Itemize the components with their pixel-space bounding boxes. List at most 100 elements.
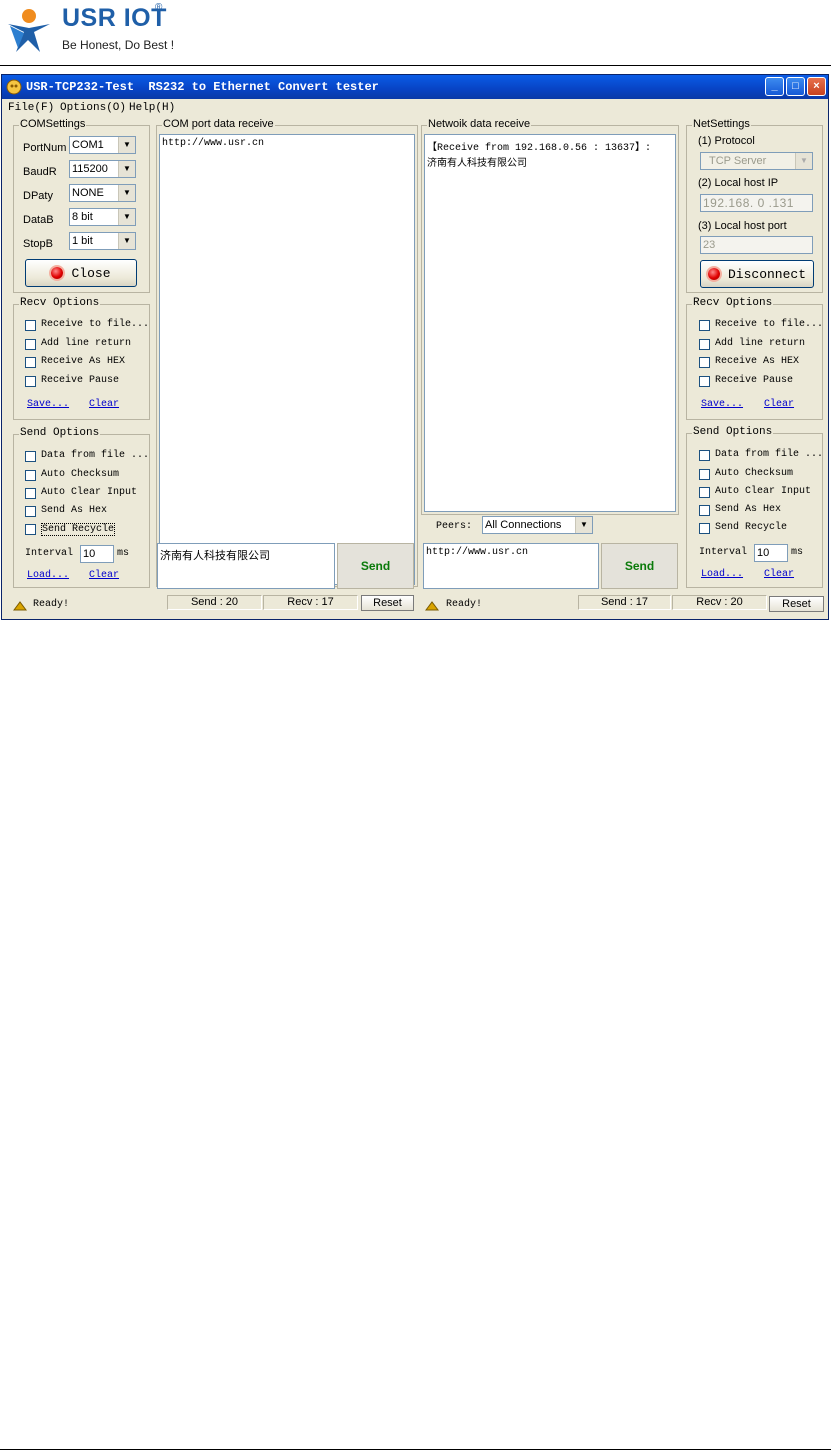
left-send-recycle-checkbox[interactable] [25, 524, 36, 535]
peers-label: Peers: [436, 521, 473, 532]
close-port-button[interactable]: Close [25, 259, 137, 287]
left-recv-count: Recv : 17 [263, 595, 358, 610]
left-recv-to-file-checkbox[interactable] [25, 320, 36, 331]
right-add-line-return-label: Add line return [715, 338, 806, 349]
peers-select[interactable]: All Connections ▼ [482, 516, 593, 534]
title-bar[interactable]: USR-TCP232-Test RS232 to Ethernet Conver… [2, 75, 828, 99]
net-send-input[interactable]: http://www.usr.cn [423, 543, 599, 589]
chevron-down-icon: ▼ [118, 209, 135, 225]
menu-file[interactable]: File(F) [8, 102, 54, 114]
right-ready-status: Ready! [446, 599, 483, 610]
net-settings-group: NetSettings (1) Protocol TCP Server ▼ (2)… [686, 118, 823, 293]
right-auto-checksum-checkbox[interactable] [699, 469, 710, 480]
left-recv-options-title: Recv Options [19, 297, 101, 309]
right-add-line-return-checkbox[interactable] [699, 339, 710, 350]
port-select[interactable]: COM1 ▼ [69, 136, 136, 154]
left-auto-clear-checkbox[interactable] [25, 488, 36, 499]
databits-label: DataB [23, 214, 54, 226]
right-interval-input[interactable]: 10 [754, 544, 788, 562]
databits-select[interactable]: 8 bit ▼ [69, 208, 136, 226]
left-recv-pause-label: Receive Pause [41, 375, 120, 386]
right-send-recycle-checkbox[interactable] [699, 523, 710, 534]
com-receive-title: COM port data receive [162, 118, 275, 130]
com-send-input[interactable]: 济南有人科技有限公司 [157, 543, 335, 589]
window-title: USR-TCP232-Test RS232 to Ethernet Conver… [26, 80, 379, 94]
com-settings-title: COMSettings [19, 118, 87, 130]
left-recv-hex-checkbox[interactable] [25, 357, 36, 368]
ip-octet-1: 192 [703, 196, 725, 210]
network-receive-group: Netwoik data receive 【Receive from 192.1… [421, 118, 679, 515]
right-recv-to-file-label: Receive to file... [715, 319, 824, 330]
right-auto-clear-checkbox[interactable] [699, 487, 710, 498]
net-settings-title: NetSettings [692, 118, 751, 130]
right-send-clear-link[interactable]: Clear [764, 569, 794, 580]
menu-bar: File(F) Options(O) Help(H) [2, 99, 828, 117]
net-send-button[interactable]: Send [601, 543, 678, 589]
right-recv-hex-checkbox[interactable] [699, 357, 710, 368]
left-interval-input[interactable]: 10 [80, 545, 114, 563]
com-send-button[interactable]: Send [337, 543, 414, 589]
right-recv-count: Recv : 20 [672, 595, 767, 610]
right-send-hex-checkbox[interactable] [699, 505, 710, 516]
status-led-icon [51, 267, 64, 279]
right-recv-clear-link[interactable]: Clear [764, 399, 794, 410]
right-save-link[interactable]: Save... [701, 399, 743, 410]
right-recv-to-file-checkbox[interactable] [699, 320, 710, 331]
right-data-from-file-checkbox[interactable] [699, 450, 710, 461]
disconnect-label: Disconnect [727, 266, 806, 282]
left-recv-options-group: Recv Options Receive to file... Add line… [13, 297, 150, 420]
left-send-count: Send : 20 [167, 595, 262, 610]
right-send-hex-label: Send As Hex [715, 504, 782, 515]
close-window-button[interactable]: × [807, 77, 826, 96]
left-recv-to-file-label: Receive to file... [41, 319, 150, 330]
right-send-count: Send : 17 [578, 595, 671, 610]
ip-input[interactable]: 192.168. 0 .131 [700, 194, 813, 212]
menu-options[interactable]: Options(O) [60, 102, 126, 114]
left-data-from-file-checkbox[interactable] [25, 451, 36, 462]
protocol-select[interactable]: TCP Server ▼ [700, 152, 813, 170]
local-port-input[interactable]: 23 [700, 236, 813, 254]
left-load-link[interactable]: Load... [27, 570, 69, 581]
left-send-hex-checkbox[interactable] [25, 506, 36, 517]
menu-help[interactable]: Help(H) [129, 102, 175, 114]
left-recv-hex-label: Receive As HEX [41, 356, 126, 367]
left-recv-clear-link[interactable]: Clear [89, 399, 119, 410]
right-reset-button[interactable]: Reset [769, 596, 824, 612]
ip-dot: . [749, 196, 758, 210]
databits-value: 8 bit [72, 211, 93, 223]
left-add-line-return-checkbox[interactable] [25, 339, 36, 350]
com-receive-textarea[interactable]: http://www.usr.cn [159, 134, 415, 585]
footer-rule [0, 1449, 831, 1450]
left-send-hex-label: Send As Hex [41, 505, 108, 516]
chevron-down-icon: ▼ [575, 517, 592, 533]
right-load-link[interactable]: Load... [701, 569, 743, 580]
right-recv-pause-checkbox[interactable] [699, 376, 710, 387]
right-send-options-title: Send Options [692, 426, 774, 438]
right-recv-pause-label: Receive Pause [715, 375, 794, 386]
ip-octet-2: 168 [728, 196, 750, 210]
maximize-button[interactable]: □ [786, 77, 805, 96]
com-receive-group: COM port data receive http://www.usr.cn [156, 118, 418, 587]
right-auto-checksum-label: Auto Checksum [715, 468, 794, 479]
right-auto-clear-label: Auto Clear Input [715, 486, 812, 497]
left-recv-pause-checkbox[interactable] [25, 376, 36, 387]
minimize-button[interactable]: _ [765, 77, 784, 96]
protocol-value: TCP Server [709, 155, 767, 167]
parity-select[interactable]: NONE ▼ [69, 184, 136, 202]
peers-value: All Connections [485, 519, 562, 531]
brand-slogan: Be Honest, Do Best ! [62, 38, 175, 52]
right-send-recycle-label: Send Recycle [715, 522, 788, 533]
left-send-recycle-label: Send Recycle [41, 523, 116, 536]
left-auto-clear-label: Auto Clear Input [41, 487, 138, 498]
left-save-link[interactable]: Save... [27, 399, 69, 410]
stopbits-select[interactable]: 1 bit ▼ [69, 232, 136, 250]
left-auto-checksum-checkbox[interactable] [25, 470, 36, 481]
network-receive-textarea[interactable]: 【Receive from 192.168.0.56 : 13637】: 济南有… [424, 134, 676, 512]
left-reset-button[interactable]: Reset [361, 595, 414, 611]
disconnect-button[interactable]: Disconnect [700, 260, 814, 288]
left-add-line-return-label: Add line return [41, 338, 132, 349]
baud-select[interactable]: 115200 ▼ [69, 160, 136, 178]
left-send-clear-link[interactable]: Clear [89, 570, 119, 581]
close-port-label: Close [71, 265, 111, 281]
left-send-options-title: Send Options [19, 427, 101, 439]
